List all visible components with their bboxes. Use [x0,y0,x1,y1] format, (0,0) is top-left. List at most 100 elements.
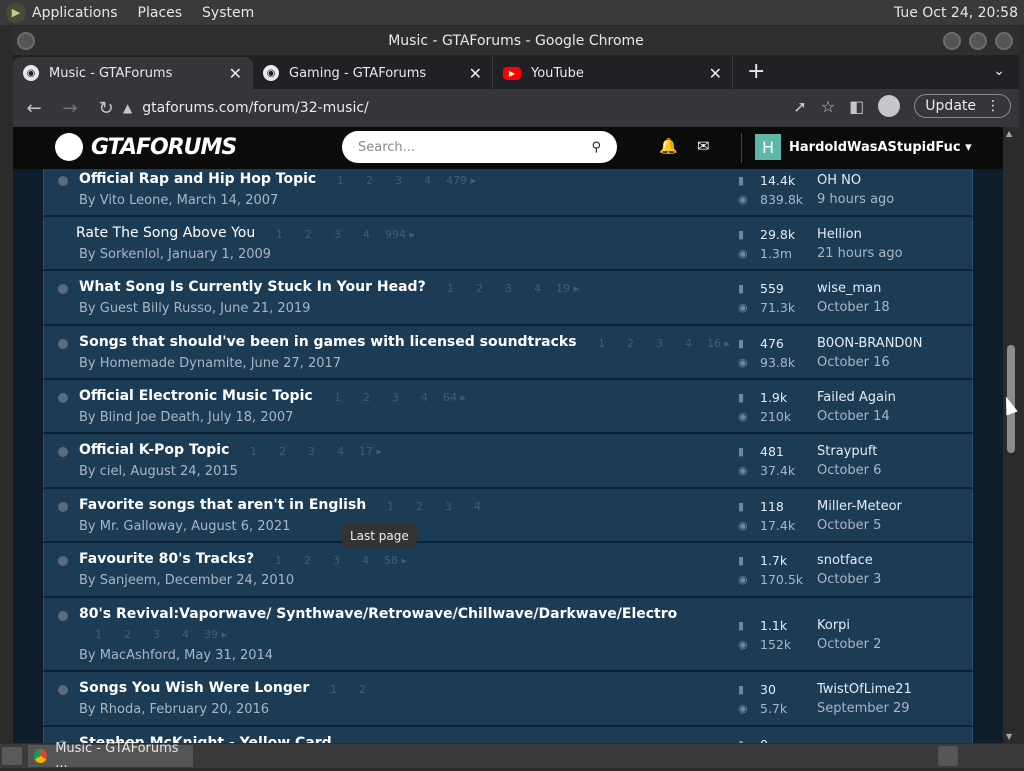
topic-row[interactable]: Songs that should've been in games with … [43,326,973,380]
last-post-time[interactable]: September 29 [817,699,912,718]
last-poster-name[interactable]: snotface [817,551,881,570]
page-link[interactable]: 2 [355,174,384,187]
page-link[interactable]: 2 [268,445,297,458]
page-link[interactable]: 2 [352,391,381,404]
last-post-time[interactable]: October 18 [817,298,890,317]
os-menu-system[interactable]: System [202,5,254,21]
page-link[interactable]: 2 [348,683,377,696]
last-post-time[interactable]: October 14 [817,407,896,426]
user-menu[interactable]: H HardoldWasAStupidFuc ▾ [755,134,972,160]
window-titlebar[interactable]: Music - GTAForums - Google Chrome [13,27,1019,55]
page-link[interactable]: 4 [171,628,200,641]
topic-title-link[interactable]: Official Rap and Hip Hop Topic [79,171,316,187]
tab-search-chevron-icon[interactable]: ⌄ [993,63,1005,79]
search-icon[interactable]: ⚲ [591,140,601,155]
topic-title-link[interactable]: Rate The Song Above You [76,225,255,241]
os-clock[interactable]: Tue Oct 24, 20:58 [894,5,1018,21]
last-poster-name[interactable]: Korpi [817,616,881,635]
site-logo[interactable]: GTAFORUMS [55,133,237,161]
topic-title-link[interactable]: Songs You Wish Were Longer [79,680,309,696]
last-page-link[interactable]: 58 ▸ [380,554,407,567]
new-tab-icon[interactable]: + [747,57,765,89]
last-page-link[interactable]: 16 ▸ [703,337,730,350]
page-link[interactable]: 1 [84,628,113,641]
topic-row[interactable]: 80's Revival:Vaporwave/ Synthwave/Retrow… [43,598,973,672]
topic-title-link[interactable]: 80's Revival:Vaporwave/ Synthwave/Retrow… [79,606,677,622]
topic-row[interactable]: Songs You Wish Were Longer 1 2 By Rhoda, Fe… [43,672,973,727]
last-poster-name[interactable]: B0ON-BRAND0N [817,334,922,353]
os-menu-applications[interactable]: Applications [32,5,118,21]
share-icon[interactable]: ➚ [793,97,806,116]
last-post-time[interactable]: October 16 [817,353,922,372]
taskbar-chrome-window[interactable]: Music - GTAForums ... [28,741,193,771]
topic-row[interactable]: Official Electronic Music Topic 1 2 3 4 64 ▸ B… [43,380,973,434]
last-post-time[interactable]: 9 hours ago [817,190,894,209]
topic-title-link[interactable]: What Song Is Currently Stuck In Your Hea… [79,279,426,295]
profile-avatar-icon[interactable] [878,95,901,117]
page-link[interactable]: 3 [142,628,171,641]
page-link[interactable]: 1 [239,445,268,458]
back-icon[interactable]: ← [19,98,49,119]
forward-icon[interactable]: → [55,98,85,119]
last-poster-name[interactable]: Miller-Meteor [817,497,902,516]
topic-row[interactable]: Favorite songs that aren't in English 1 2 3… [43,489,973,543]
page-link[interactable]: 1 [326,174,355,187]
last-post-time[interactable]: 21 hours ago [817,244,903,263]
page-link[interactable]: 4 [410,391,439,404]
page-link[interactable]: 2 [465,282,494,295]
page-link[interactable]: 3 [645,337,674,350]
last-page-link[interactable]: 994 ▸ [381,228,415,241]
last-page-link[interactable]: 17 ▸ [355,445,382,458]
maximize-icon[interactable] [969,32,987,50]
side-panel-icon[interactable]: ◧ [849,97,864,116]
last-post-time[interactable]: October 6 [817,461,881,480]
page-scrollbar[interactable]: ▲ ▼ [1003,127,1019,743]
reload-icon[interactable]: ↻ [91,98,121,119]
topic-title-link[interactable]: Songs that should've been in games with … [79,334,577,350]
window-menu-icon[interactable] [17,32,35,50]
page-link[interactable]: 3 [381,391,410,404]
page-link[interactable]: 1 [319,683,348,696]
last-poster-name[interactable]: Failed Again [817,388,896,407]
page-link[interactable]: 1 [264,554,293,567]
page-link[interactable]: 1 [376,500,405,513]
topic-title-link[interactable]: Favourite 80's Tracks? [79,551,254,567]
bookmark-star-icon[interactable]: ☆ [821,97,835,116]
page-link[interactable]: 3 [384,174,413,187]
page-link[interactable]: 1 [436,282,465,295]
page-link[interactable]: 4 [413,174,442,187]
last-poster-name[interactable]: Hellion [817,225,903,244]
page-link[interactable]: 1 [323,391,352,404]
page-link[interactable]: 2 [405,500,434,513]
site-info-icon[interactable]: ▲ [123,101,132,115]
scroll-up-icon[interactable]: ▲ [1006,129,1012,138]
last-poster-name[interactable]: TwistOfLime21 [817,680,912,699]
last-poster-name[interactable]: Straypuft [817,442,881,461]
page-link[interactable]: 4 [523,282,552,295]
page-link[interactable]: 3 [297,445,326,458]
os-menu-places[interactable]: Places [138,5,183,21]
topic-title-link[interactable]: Official K-Pop Topic [79,442,229,458]
scroll-down-icon[interactable]: ▼ [1006,732,1012,741]
address-bar[interactable]: ▲ gtaforums.com/forum/32-music/ [123,94,783,122]
page-link[interactable]: 3 [323,228,352,241]
last-post-time[interactable]: October 2 [817,635,881,654]
search-input[interactable]: Search... ⚲ [342,131,617,163]
last-poster-name[interactable]: wise_man [817,279,890,298]
topic-row[interactable]: Favourite 80's Tracks? 1 2 3 4 58 ▸ By Sanjeem… [43,543,973,598]
tab-youtube[interactable]: ▶ YouTube ✕ [493,57,733,89]
last-post-time[interactable]: October 5 [817,516,902,535]
topic-title-link[interactable]: Official Electronic Music Topic [79,388,313,404]
topic-title-link[interactable]: Favorite songs that aren't in English [79,497,366,513]
last-page-link[interactable]: 19 ▸ [552,282,579,295]
page-link[interactable]: 2 [294,228,323,241]
messages-envelope-icon[interactable]: ✉ [697,137,710,155]
page-link[interactable]: 4 [463,500,492,513]
page-link[interactable]: 3 [434,500,463,513]
topic-row[interactable]: Official K-Pop Topic 1 2 3 4 17 ▸ By ciel, Aug… [43,434,973,489]
topic-row[interactable]: What Song Is Currently Stuck In Your Hea… [43,271,973,326]
page-link[interactable]: 4 [351,554,380,567]
page-link[interactable]: 4 [674,337,703,350]
page-link[interactable]: 4 [352,228,381,241]
close-window-icon[interactable] [995,32,1013,50]
